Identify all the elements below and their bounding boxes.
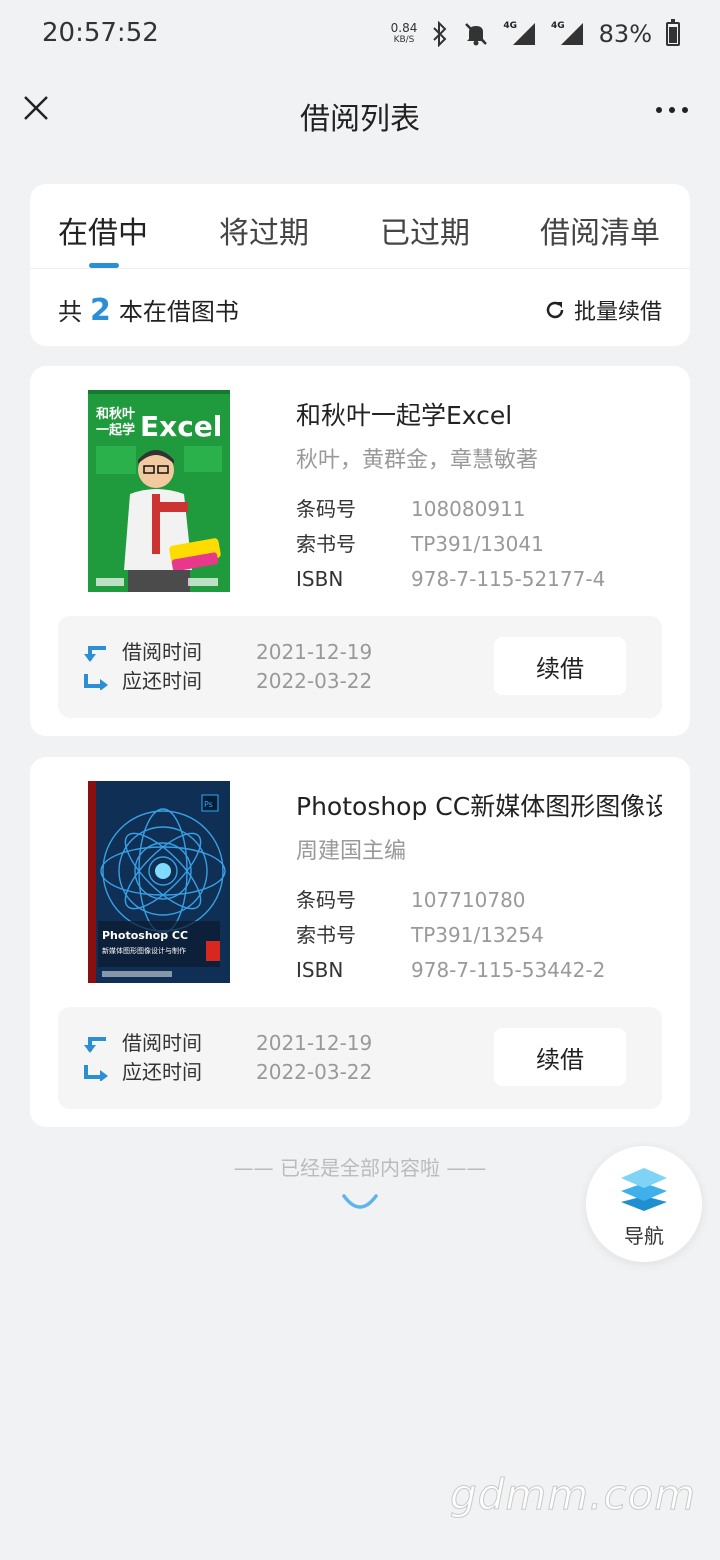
svg-text:Photoshop CC: Photoshop CC	[102, 929, 188, 942]
isbn-label: ISBN	[296, 958, 344, 982]
barcode-row: 条码号 108080911	[296, 492, 662, 527]
renew-button[interactable]: 续借	[494, 1028, 626, 1086]
tabs-card: 在借中 将过期 已过期 借阅清单 共 2 本在借图书 批量续借	[30, 184, 690, 346]
call-number-label: 索书号	[296, 532, 356, 556]
svg-text:新媒体图形图像设计与制作: 新媒体图形图像设计与制作	[102, 946, 186, 955]
return-date: 2022-03-22	[256, 669, 373, 693]
book-info: 和秋叶一起学Excel 秋叶，黄群金，章慧敏著 条码号 108080911 索书…	[296, 396, 662, 597]
barcode-value: 108080911	[411, 497, 526, 521]
signal-4g-icon: 4G	[551, 21, 585, 47]
call-number-row: 索书号 TP391/13254	[296, 918, 662, 953]
borrow-date: 2021-12-19	[256, 640, 373, 664]
call-number-label: 索书号	[296, 923, 356, 947]
book-info: Photoshop CC新媒体图形图像设计与制作 周建国主编 条码号 10771…	[296, 787, 662, 988]
book-cover: Ps Photoshop CC 新媒体图形图像设计与制作	[88, 781, 230, 983]
isbn-value: 978-7-115-52177-4	[411, 567, 606, 591]
signal-4g-icon: 4G	[503, 21, 537, 47]
barcode-value: 107710780	[411, 888, 526, 912]
barcode-label: 条码号	[296, 888, 356, 912]
call-number-row: 索书号 TP391/13041	[296, 527, 662, 562]
book-meta: 条码号 108080911 索书号 TP391/13041 ISBN 978-7…	[296, 492, 662, 597]
app-header: 借阅列表	[0, 70, 720, 156]
return-time-label: 应还时间	[122, 669, 202, 693]
more-options-icon[interactable]	[656, 107, 688, 113]
net-speed: 0.84 KB/S	[391, 22, 418, 46]
status-time: 20:57:52	[42, 18, 159, 48]
barcode-label: 条码号	[296, 497, 356, 521]
book-author: 周建国主编	[296, 839, 407, 864]
return-date: 2022-03-22	[256, 1060, 373, 1084]
renew-button[interactable]: 续借	[494, 637, 626, 695]
tab-expired[interactable]: 已过期	[380, 208, 470, 252]
loading-spinner-icon	[342, 1194, 378, 1209]
bluetooth-icon	[433, 21, 447, 47]
svg-text:和秋叶: 和秋叶	[96, 406, 135, 422]
loan-period-box: 借阅时间 应还时间 2021-12-19 2022-03-22 续借	[58, 1007, 662, 1109]
svg-text:Excel: Excel	[140, 410, 222, 443]
isbn-label: ISBN	[296, 567, 344, 591]
navigation-button[interactable]: 导航	[586, 1146, 702, 1262]
isbn-value: 978-7-115-53442-2	[411, 958, 606, 982]
borrow-count: 共 2 本在借图书	[58, 292, 239, 328]
call-number-value: TP391/13254	[411, 923, 544, 947]
battery-icon	[666, 19, 680, 46]
status-bar: 20:57:52 0.84 KB/S 4G 4G 83%	[0, 0, 720, 70]
book-author: 秋叶，黄群金，章慧敏著	[296, 448, 539, 473]
navigation-label: 导航	[624, 1224, 664, 1248]
status-icons: 0.84 KB/S 4G 4G 83%	[391, 16, 680, 52]
borrow-date: 2021-12-19	[256, 1031, 373, 1055]
divider	[30, 268, 690, 269]
count-suffix: 本在借图书	[118, 298, 239, 326]
tab-expiring[interactable]: 将过期	[219, 208, 309, 252]
net-speed-value: 0.84	[390, 21, 418, 35]
tab-bar: 在借中 将过期 已过期 借阅清单	[30, 184, 690, 268]
loan-dates: 2021-12-19 2022-03-22	[256, 1029, 372, 1087]
book-cover: 和秋叶 一起学 Excel	[88, 390, 230, 592]
borrow-time-label: 借阅时间	[122, 1031, 202, 1055]
watermark: gdmm.com	[449, 1470, 697, 1520]
svg-text:一起学: 一起学	[96, 422, 135, 438]
layers-icon	[621, 1168, 667, 1211]
batch-renew-button[interactable]: 批量续借	[544, 294, 662, 326]
refresh-icon	[546, 301, 564, 319]
count-number: 2	[90, 293, 111, 328]
book-title[interactable]: Photoshop CC新媒体图形图像设计与制作	[296, 787, 662, 823]
loan-period-box: 借阅时间 应还时间 2021-12-19 2022-03-22 续借	[58, 616, 662, 718]
loan-period-icon	[84, 646, 108, 690]
call-number-value: TP391/13041	[411, 532, 544, 556]
tab-borrow-list[interactable]: 借阅清单	[540, 208, 660, 252]
tab-borrowing[interactable]: 在借中	[58, 208, 148, 252]
borrow-time-label: 借阅时间	[122, 640, 202, 664]
loan-labels: 借阅时间 应还时间	[122, 1029, 202, 1087]
net-speed-unit: KB/S	[393, 35, 415, 45]
battery-percent: 83%	[598, 20, 652, 48]
isbn-row: ISBN 978-7-115-52177-4	[296, 562, 662, 597]
batch-renew-label: 批量续借	[573, 300, 662, 325]
return-time-label: 应还时间	[122, 1060, 202, 1084]
count-prefix: 共	[58, 298, 82, 326]
isbn-row: ISBN 978-7-115-53442-2	[296, 953, 662, 988]
loan-labels: 借阅时间 应还时间	[122, 638, 202, 696]
book-meta: 条码号 107710780 索书号 TP391/13254 ISBN 978-7…	[296, 883, 662, 988]
svg-text:Ps: Ps	[204, 800, 213, 809]
loan-period-icon	[84, 1037, 108, 1081]
book-card[interactable]: Ps Photoshop CC 新媒体图形图像设计与制作 Photoshop C…	[30, 757, 690, 1127]
mute-icon	[465, 23, 488, 46]
loan-dates: 2021-12-19 2022-03-22	[256, 638, 372, 696]
book-title[interactable]: 和秋叶一起学Excel	[296, 396, 662, 432]
barcode-row: 条码号 107710780	[296, 883, 662, 918]
page-title: 借阅列表	[300, 102, 420, 137]
book-card[interactable]: 和秋叶 一起学 Excel 和秋叶一起学Excel 秋叶，黄群金，章慧敏著 条码…	[30, 366, 690, 736]
